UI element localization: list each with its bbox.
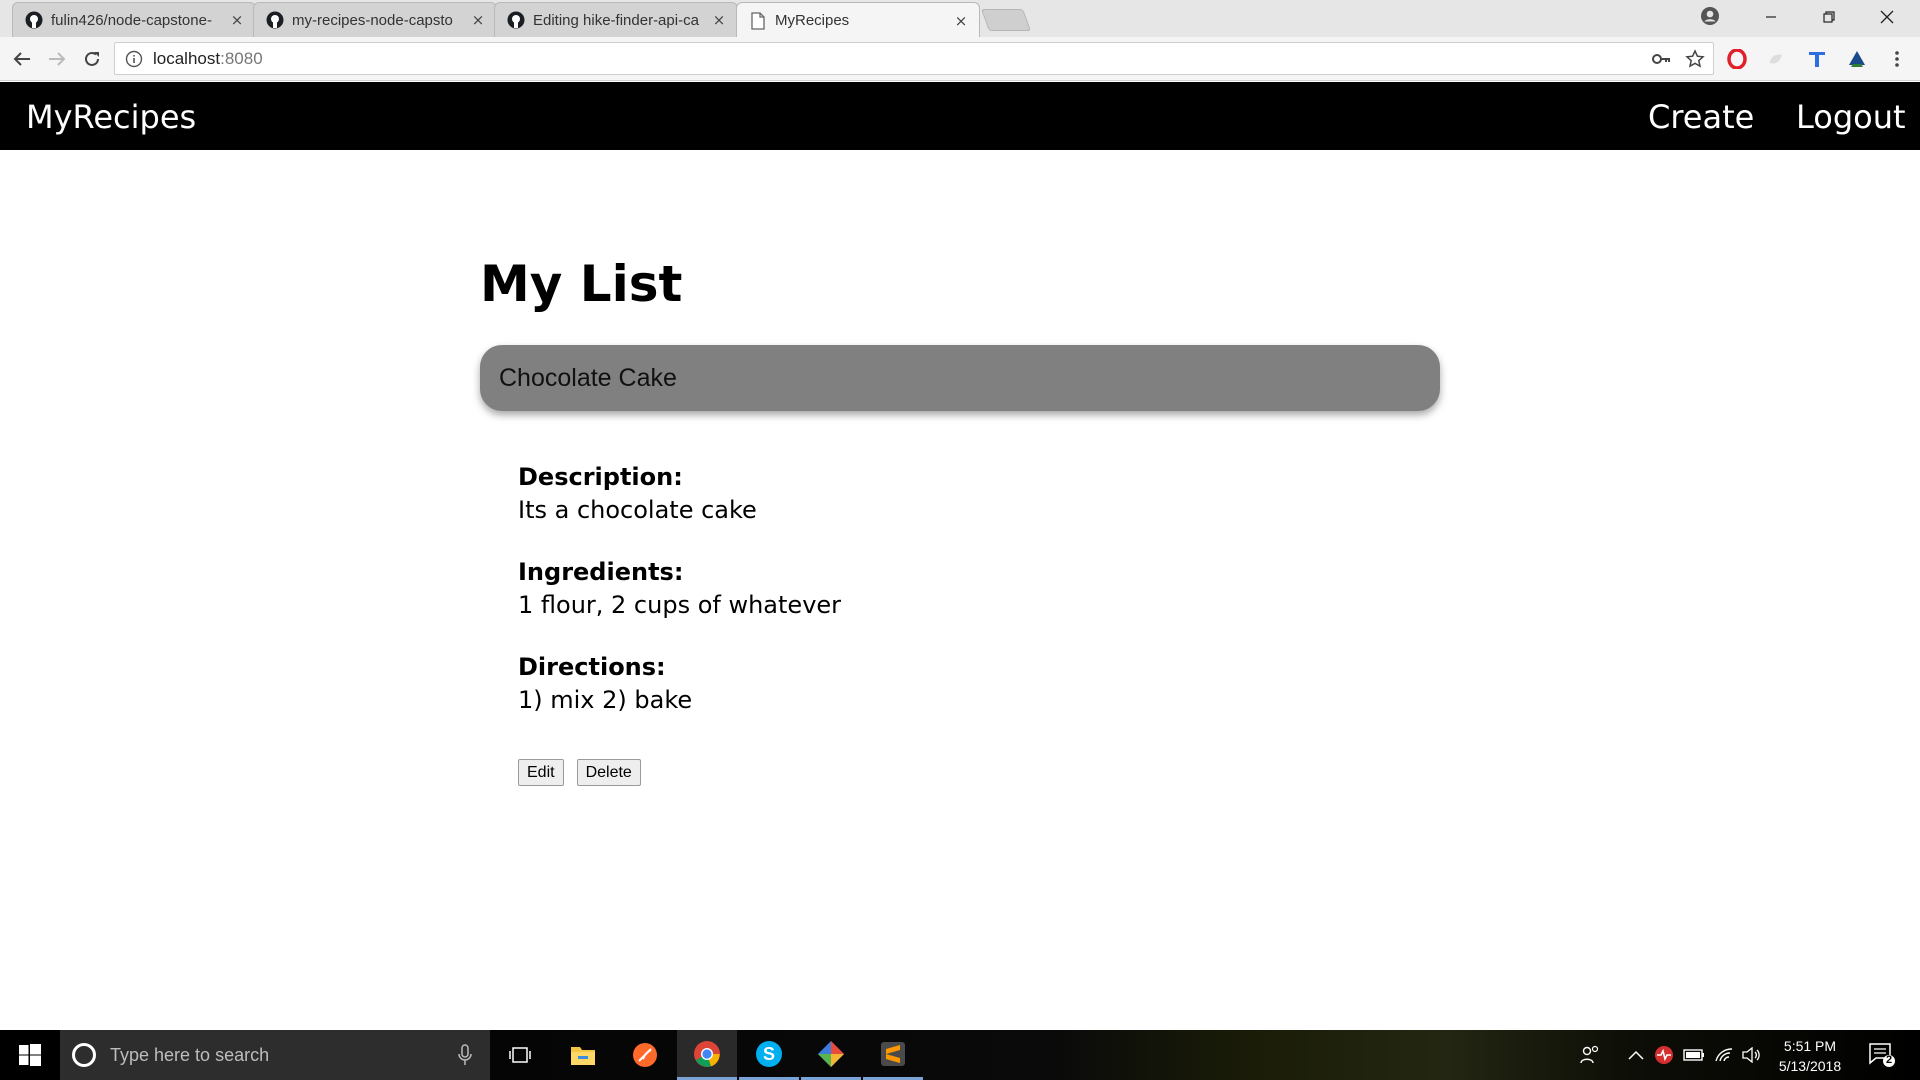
- close-tab-icon[interactable]: ×: [229, 11, 245, 29]
- skype-icon[interactable]: S: [739, 1030, 799, 1080]
- file-explorer-icon[interactable]: [553, 1030, 613, 1080]
- browser-tabstrip: fulin426/node-capstone- × my-recipes-nod…: [0, 0, 1920, 38]
- recipe-details: Description: Its a chocolate cake Ingred…: [518, 463, 1418, 748]
- new-tab-button[interactable]: [980, 9, 1032, 31]
- notification-count: 2: [1885, 1054, 1893, 1066]
- taskbar-search[interactable]: Type here to search: [60, 1030, 490, 1080]
- taskbar: Type here to search S 5:51 PM 5/13/2018 …: [0, 1030, 1920, 1080]
- key-icon[interactable]: [1651, 49, 1671, 73]
- menu-icon[interactable]: [1885, 47, 1909, 71]
- page-title: My List: [480, 255, 683, 313]
- tab-title: Editing hike-finder-api-ca: [533, 11, 699, 29]
- windows-start-icon[interactable]: [0, 1030, 60, 1080]
- ingredients-label: Ingredients:: [518, 558, 684, 586]
- address-url: localhost:8080: [153, 48, 263, 68]
- github-icon: [507, 11, 525, 29]
- page-icon: [749, 11, 767, 30]
- feather-app-icon[interactable]: [615, 1030, 675, 1080]
- search-placeholder: Type here to search: [110, 1044, 270, 1065]
- recipe-title: Chocolate Cake: [499, 363, 677, 392]
- edit-button[interactable]: Edit: [518, 759, 564, 786]
- sublime-text-icon[interactable]: [863, 1030, 923, 1080]
- clock-date: 5/13/2018: [1778, 1058, 1842, 1074]
- ingredients-value: 1 flour, 2 cups of whatever: [518, 591, 842, 619]
- recipe-title-bar[interactable]: Chocolate Cake: [480, 345, 1440, 411]
- github-icon: [266, 11, 284, 29]
- close-tab-icon[interactable]: ×: [711, 11, 727, 29]
- clock-time: 5:51 PM: [1783, 1038, 1837, 1054]
- opera-icon[interactable]: [1725, 47, 1749, 71]
- svg-text:S: S: [763, 1044, 775, 1064]
- browser-tab[interactable]: my-recipes-node-capsto ×: [253, 2, 497, 37]
- tab-title: my-recipes-node-capsto: [292, 11, 453, 29]
- task-view-icon[interactable]: [490, 1030, 550, 1080]
- wifi-icon[interactable]: [1712, 1043, 1736, 1067]
- chrome-icon[interactable]: [677, 1030, 737, 1080]
- delete-button[interactable]: Delete: [576, 759, 641, 786]
- close-tab-icon[interactable]: ×: [953, 12, 969, 30]
- system-clock[interactable]: 5:51 PM 5/13/2018: [1770, 1036, 1850, 1076]
- notification-center-icon[interactable]: 2: [1868, 1042, 1896, 1068]
- browser-tab-active[interactable]: MyRecipes ×: [736, 2, 980, 38]
- tab-title: fulin426/node-capstone-: [51, 11, 212, 29]
- antivirus-icon[interactable]: [1652, 1043, 1676, 1067]
- battery-icon[interactable]: [1682, 1043, 1706, 1067]
- directions-value: 1) mix 2) bake: [518, 686, 693, 714]
- recipe-actions: Edit Delete: [518, 759, 641, 786]
- close-tab-icon[interactable]: ×: [470, 11, 486, 29]
- tab-title: MyRecipes: [775, 12, 850, 29]
- forward-icon[interactable]: [43, 45, 71, 73]
- github-icon: [25, 11, 43, 29]
- browser-toolbar: localhost:8080: [0, 37, 1920, 81]
- profile-icon[interactable]: [1700, 6, 1720, 26]
- text-extension-icon[interactable]: [1805, 47, 1829, 71]
- microphone-icon[interactable]: [458, 1044, 472, 1066]
- extension-icon[interactable]: [1764, 47, 1788, 71]
- info-icon[interactable]: [125, 50, 143, 68]
- browser-tab[interactable]: fulin426/node-capstone- ×: [12, 2, 256, 37]
- minimize-icon[interactable]: [1742, 0, 1800, 34]
- reload-icon[interactable]: [78, 45, 106, 73]
- people-icon[interactable]: [1578, 1043, 1602, 1067]
- logout-link[interactable]: Logout: [1796, 98, 1906, 136]
- description-label: Description:: [518, 463, 683, 491]
- brand-logo[interactable]: MyRecipes: [26, 98, 196, 136]
- create-link[interactable]: Create: [1648, 98, 1754, 136]
- address-bar[interactable]: localhost:8080: [114, 42, 1714, 75]
- browser-tab[interactable]: Editing hike-finder-api-ca ×: [494, 2, 738, 37]
- app-navbar: MyRecipes Create Logout: [0, 82, 1920, 150]
- chevron-up-icon[interactable]: [1624, 1043, 1648, 1067]
- drive-extension-icon[interactable]: [1845, 47, 1869, 71]
- cortana-icon[interactable]: [72, 1043, 96, 1067]
- restore-icon[interactable]: [1800, 0, 1858, 34]
- description-value: Its a chocolate cake: [518, 496, 757, 524]
- git-client-icon[interactable]: [801, 1030, 861, 1080]
- directions-label: Directions:: [518, 653, 666, 681]
- volume-icon[interactable]: [1740, 1043, 1764, 1067]
- back-icon[interactable]: [8, 45, 36, 73]
- close-window-icon[interactable]: [1858, 0, 1916, 34]
- bookmark-star-icon[interactable]: [1685, 49, 1705, 73]
